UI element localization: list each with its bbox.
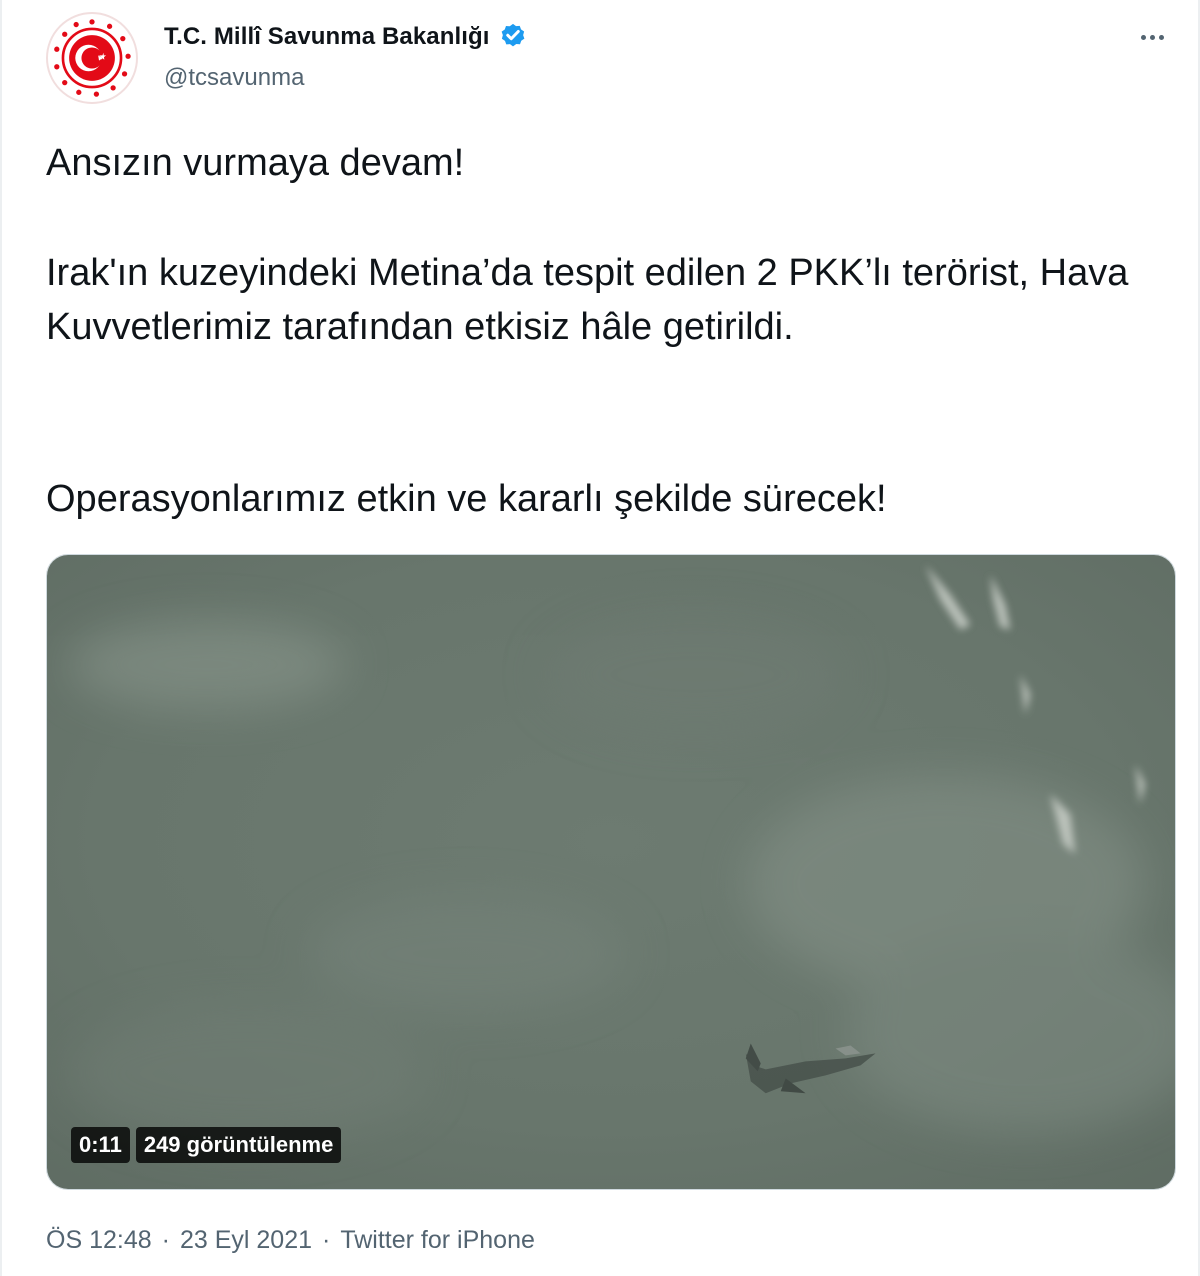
tweet-paragraph-main: Irak'ın kuzeyindeki Metina’da tespit edi… (46, 252, 1129, 348)
meta-separator: · (322, 1226, 331, 1254)
avatar[interactable] (46, 12, 138, 104)
display-name-row: T.C. Millî Savunma Bakanlığı (164, 20, 528, 54)
video-player[interactable]: 0:11 249 görüntülenme (46, 554, 1176, 1190)
tweet-paragraph-outro: Operasyonlarımız etkin ve kararlı şekild… (46, 478, 887, 520)
tweet-meta: ÖS 12:48 · 23 Eyl 2021 · Twitter for iPh… (46, 1226, 535, 1255)
video-overlay: 0:11 249 görüntülenme (71, 1127, 342, 1163)
display-name[interactable]: T.C. Millî Savunma Bakanlığı (164, 23, 490, 51)
video-view-count: 249 görüntülenme (135, 1127, 342, 1163)
tweet-paragraph-intro: Ansızın vurmaya devam! (46, 142, 465, 184)
ministry-seal-logo (50, 16, 134, 100)
tweet-header: T.C. Millî Savunma Bakanlığı @tcsavunma (46, 12, 1176, 104)
more-dots-icon (1139, 34, 1166, 40)
video-frame (47, 555, 1175, 1189)
verified-badge-icon (501, 23, 524, 47)
handle[interactable]: @tcsavunma (164, 64, 528, 92)
meta-separator: · (161, 1226, 170, 1254)
tweet-card: T.C. Millî Savunma Bakanlığı @tcsavunma … (0, 0, 1200, 1276)
tweet-date[interactable]: 23 Eyl 2021 (180, 1226, 312, 1255)
tweet-source[interactable]: Twitter for iPhone (340, 1226, 535, 1255)
tweet-time[interactable]: ÖS 12:48 (46, 1226, 152, 1255)
more-options-button[interactable] (1132, 22, 1172, 52)
video-duration: 0:11 (71, 1127, 130, 1163)
account-names: T.C. Millî Savunma Bakanlığı @tcsavunma (164, 20, 528, 92)
